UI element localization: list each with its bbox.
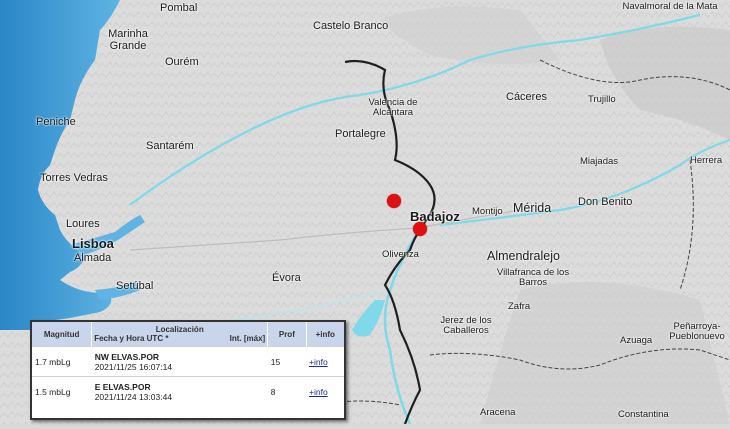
row-magnitude: 1.5 mbLg: [32, 376, 92, 406]
row-info-cell: +info: [306, 346, 344, 377]
header-datetime: Fecha y Hora UTC *: [94, 334, 169, 343]
row-info-cell: +info: [306, 376, 344, 406]
place-label: Peñarroya-Pueblonuevo: [669, 321, 725, 343]
header-info: +info: [306, 322, 344, 347]
place-label: Setúbal: [116, 280, 154, 292]
row-datetime: 2021/11/24 13:03:44: [94, 391, 173, 402]
header-localization-label: Localización: [155, 325, 204, 334]
place-label: Herrera: [690, 155, 723, 166]
place-label: Almendralejo: [487, 249, 560, 263]
table-row: 1.7 mbLg NW ELVAS.POR 2021/11/25 16:07:1…: [32, 346, 344, 377]
more-info-link[interactable]: +info: [309, 387, 328, 397]
place-label: Peniche: [36, 116, 76, 128]
place-label: Don Benito: [578, 196, 633, 208]
header-intensity: Int. [máx]: [229, 334, 266, 343]
row-magnitude: 1.7 mbLg: [32, 346, 92, 377]
place-label: Zafra: [508, 301, 531, 312]
place-label: Constantina: [618, 409, 669, 420]
earthquake-list-panel: Magnitud Localización Fecha y Hora UTC *…: [30, 320, 346, 420]
place-label: Pombal: [160, 2, 198, 14]
header-localization: Localización Fecha y Hora UTC * Int. [má…: [91, 322, 269, 347]
place-label: Trujillo: [588, 94, 616, 105]
row-datetime: 2021/11/25 16:07:14: [94, 361, 173, 372]
place-label: Torres Vedras: [40, 172, 108, 184]
place-label: Portalegre: [335, 128, 386, 140]
row-depth: 8: [267, 376, 307, 406]
place-label: Valencia de Alcántara: [368, 97, 418, 119]
place-label: Azuaga: [620, 335, 653, 346]
table-header: Magnitud Localización Fecha y Hora UTC *…: [32, 322, 344, 347]
table-row: 1.5 mbLg E ELVAS.POR 2021/11/24 13:03:44…: [32, 376, 344, 406]
place-label: Ourém: [165, 56, 199, 68]
place-label: Jerez de los Caballeros: [440, 315, 492, 337]
earthquake-table: Magnitud Localización Fecha y Hora UTC *…: [32, 322, 344, 406]
header-magnitude: Magnitud: [32, 322, 93, 347]
row-location-cell: E ELVAS.POR 2021/11/24 13:03:44: [91, 376, 268, 406]
place-label: Santarém: [146, 140, 194, 152]
place-label: Lisboa: [72, 236, 114, 251]
header-sub: Fecha y Hora UTC * Int. [máx]: [94, 334, 265, 343]
place-label: Marinha Grande: [108, 28, 148, 53]
place-label: Aracena: [480, 407, 516, 418]
more-info-link[interactable]: +info: [309, 357, 328, 367]
place-label: Miajadas: [580, 156, 619, 167]
place-label: Castelo Branco: [313, 20, 389, 32]
row-location: E ELVAS.POR: [94, 381, 151, 392]
place-label: Olivenza: [382, 249, 419, 260]
row-location: NW ELVAS.POR: [94, 351, 160, 362]
place-label: Mérida: [513, 201, 552, 215]
place-label: Almada: [74, 252, 112, 264]
place-label: Navalmoral de la Mata: [622, 1, 718, 12]
row-depth: 15: [267, 346, 307, 377]
header-depth: Prof: [267, 322, 307, 347]
place-label: Loures: [66, 218, 100, 230]
place-label: Villafranca de los Barros: [496, 267, 570, 289]
place-label: Cáceres: [506, 91, 547, 103]
place-label: Évora: [272, 272, 301, 284]
row-location-cell: NW ELVAS.POR 2021/11/25 16:07:14: [91, 346, 268, 377]
earthquake-epicenter-marker[interactable]: [413, 222, 427, 236]
place-label: Montijo: [472, 206, 503, 217]
earthquake-epicenter-marker[interactable]: [387, 194, 401, 208]
